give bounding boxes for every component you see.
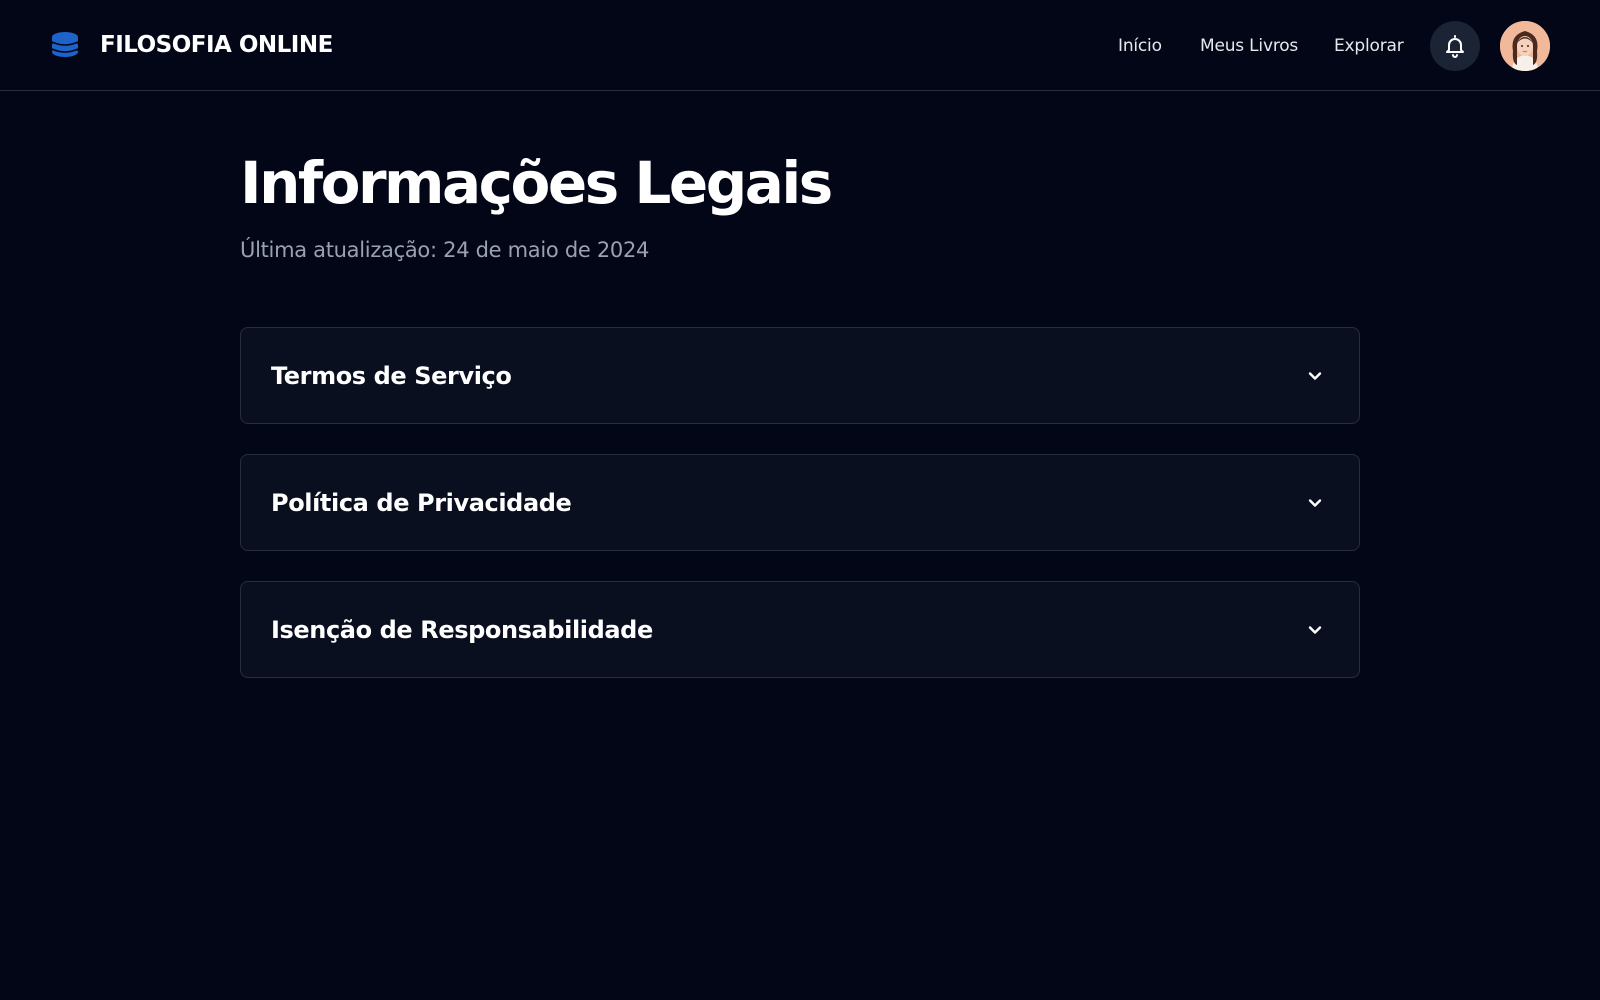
accordion-title: Isenção de Responsabilidade [271,616,653,644]
bell-icon [1446,35,1464,58]
accordion-item-politica-de-privacidade[interactable]: Política de Privacidade [240,454,1360,551]
accordion-item-isencao-de-responsabilidade[interactable]: Isenção de Responsabilidade [240,581,1360,678]
chevron-down-icon [1308,499,1322,507]
chevron-down-icon [1308,372,1322,380]
top-navigation-bar: FILOSOFIA ONLINE Início Meus Livros Expl… [0,0,1600,91]
chevron-down-icon [1308,626,1322,634]
notifications-button[interactable] [1430,21,1480,71]
avatar[interactable] [1500,21,1550,71]
accordion-item-termos-de-servico[interactable]: Termos de Serviço [240,327,1360,424]
main-nav: Início Meus Livros Explorar [1118,33,1418,59]
brand-name[interactable]: FILOSOFIA ONLINE [100,29,333,61]
nav-link-inicio[interactable]: Início [1118,33,1162,59]
user-avatar-icon [1500,21,1550,71]
nav-link-meus-livros[interactable]: Meus Livros [1200,33,1298,59]
nav-link-explorar[interactable]: Explorar [1334,33,1404,59]
logo-icon[interactable] [50,30,80,60]
page-title: Informações Legais [240,149,833,217]
accordion-title: Termos de Serviço [271,362,512,390]
last-updated-text: Última atualização: 24 de maio de 2024 [240,238,650,262]
accordion-title: Política de Privacidade [271,489,572,517]
